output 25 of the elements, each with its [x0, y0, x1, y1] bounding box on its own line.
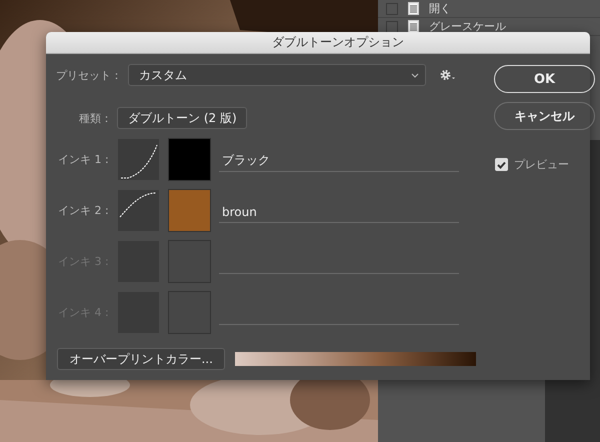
ink-name-field[interactable]: broun: [219, 201, 459, 223]
settings-icon[interactable]: [440, 69, 456, 81]
type-label: 種類：: [79, 110, 112, 126]
document-icon: [408, 2, 419, 15]
overprint-colors-button[interactable]: オーバープリントカラー...: [57, 348, 226, 370]
cancel-button[interactable]: キャンセル: [494, 102, 595, 130]
ink-name-field[interactable]: ブラック: [219, 150, 459, 172]
ok-button[interactable]: OK: [494, 65, 595, 93]
ink-label: インキ 1 :: [57, 152, 110, 166]
curve-graph[interactable]: [118, 138, 159, 180]
type-dropdown[interactable]: ダブルトーン (2 版): [117, 107, 247, 129]
checkbox[interactable]: [386, 2, 398, 14]
window-title: ダブルトーンオプション: [272, 34, 404, 51]
history-item[interactable]: グレースケール: [429, 19, 506, 34]
ink-label: インキ 2 :: [57, 202, 110, 218]
preset-dropdown[interactable]: カスタム: [128, 64, 426, 86]
preset-label: プリセット：: [56, 68, 122, 82]
history-item[interactable]: 開く: [429, 1, 451, 16]
curve-graph[interactable]: [118, 190, 159, 230]
color-swatch[interactable]: [168, 188, 211, 232]
preview-checkbox[interactable]: [495, 158, 508, 171]
color-swatch[interactable]: [168, 138, 211, 180]
preview-label: プレビュー: [514, 157, 569, 172]
document-icon: [408, 20, 419, 33]
caret-icon: [411, 72, 419, 78]
